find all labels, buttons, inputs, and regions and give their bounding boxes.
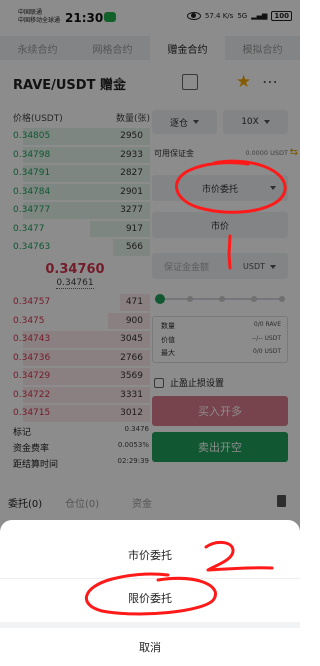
order-type-sheet: 市价委托 限价委托 取消 (0, 520, 300, 666)
cancel-button[interactable]: 取消 (0, 628, 300, 666)
option-market-order[interactable]: 市价委托 (0, 536, 300, 574)
option-limit-order[interactable]: 限价委托 (0, 578, 300, 616)
